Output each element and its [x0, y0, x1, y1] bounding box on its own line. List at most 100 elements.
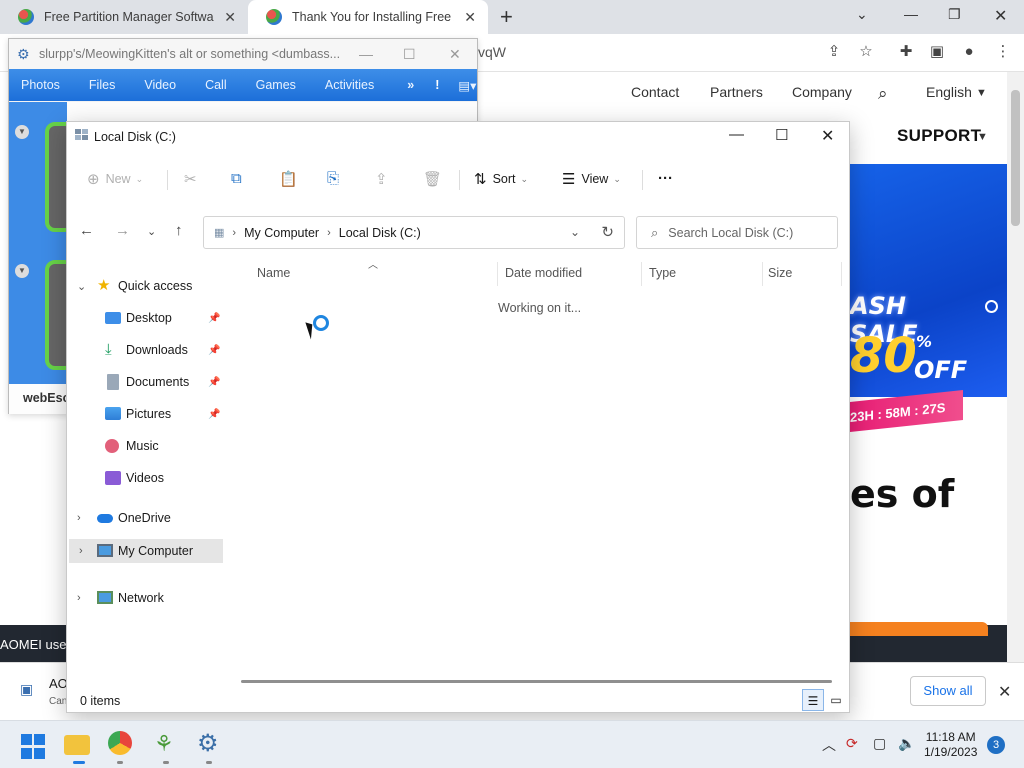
start-button[interactable]: [21, 734, 47, 760]
file-explorer-taskbar-icon[interactable]: [64, 735, 90, 755]
refresh-icon[interactable]: ↻: [601, 223, 614, 241]
chat-close-icon[interactable]: ✕: [449, 46, 461, 63]
column-type[interactable]: Type: [649, 266, 676, 280]
settings-gear-taskbar-icon[interactable]: ⚙: [197, 731, 223, 757]
sidebar-item-my-computer[interactable]: › My Computer: [69, 539, 223, 563]
system-clock[interactable]: 11:18 AM 1/19/2023: [924, 730, 977, 760]
notification-badge[interactable]: 3: [987, 736, 1005, 754]
share-icon[interactable]: ⇪: [825, 43, 843, 61]
pin-icon[interactable]: 📌: [208, 313, 220, 324]
sort-button[interactable]: ⇅ Sort ⌄: [474, 170, 528, 188]
chat-menu-call[interactable]: Call: [205, 78, 227, 92]
tab-partition-manager[interactable]: Free Partition Manager Software ✕: [0, 0, 248, 34]
show-all-button[interactable]: Show all: [910, 676, 986, 706]
tray-overflow-chevron-icon[interactable]: ︿: [822, 735, 836, 755]
close-icon[interactable]: ✕: [994, 6, 1007, 26]
network-users-taskbar-icon[interactable]: ⚘: [154, 731, 180, 757]
minimize-icon[interactable]: —: [904, 6, 918, 22]
volume-tray-icon[interactable]: 🔈: [898, 735, 915, 752]
side-panel-icon[interactable]: ▣: [928, 43, 946, 61]
new-tab-icon[interactable]: +: [500, 4, 513, 30]
chat-menu-files[interactable]: Files: [89, 78, 115, 92]
sidebar-item-quick-access[interactable]: ⌄ ★ Quick access: [67, 274, 227, 298]
download-bar-close-icon[interactable]: ✕: [998, 682, 1011, 702]
browser-menu-icon[interactable]: ⋮: [994, 43, 1012, 61]
flash-sale-banner[interactable]: ASH SALE 80 % OFF: [850, 164, 1007, 397]
extensions-icon[interactable]: ✚: [897, 43, 915, 61]
tab-thank-you[interactable]: Thank You for Installing Free AOMEI ✕: [248, 0, 488, 34]
chrome-taskbar-icon[interactable]: [108, 731, 132, 755]
download-name[interactable]: AO: [49, 676, 68, 691]
scrollbar-thumb[interactable]: [1011, 90, 1020, 226]
tab-search-chevron-icon[interactable]: ⌄: [856, 6, 868, 23]
support-menu[interactable]: SUPPORT: [897, 126, 981, 146]
sidebar-item-videos[interactable]: Videos: [67, 466, 227, 490]
view-button[interactable]: ☰ View ⌄: [562, 170, 621, 188]
column-date-modified[interactable]: Date modified: [505, 266, 582, 280]
new-button[interactable]: ⊕ New ⌄: [87, 170, 143, 188]
chat-menu-video[interactable]: Video: [144, 78, 176, 92]
delete-button[interactable]: 🗑: [423, 170, 448, 188]
chat-menu-activities[interactable]: Activities: [325, 78, 374, 92]
minimize-icon[interactable]: —: [729, 126, 744, 143]
horizontal-scrollbar[interactable]: [241, 680, 832, 683]
tab-close-icon[interactable]: ✕: [224, 9, 236, 26]
sidebar-item-desktop[interactable]: Desktop 📌: [67, 306, 227, 330]
chat-more-icon[interactable]: »: [407, 78, 414, 92]
pin-icon[interactable]: 📌: [208, 409, 220, 420]
column-divider[interactable]: [497, 262, 498, 286]
details-view-icon[interactable]: ☰: [802, 689, 824, 711]
chat-maximize-icon[interactable]: ☐: [403, 46, 416, 63]
chat-minimize-icon[interactable]: —: [359, 46, 373, 62]
security-tray-icon[interactable]: ⟳: [846, 735, 858, 752]
sidebar-item-documents[interactable]: Documents 📌: [67, 370, 227, 394]
search-input[interactable]: ⌕ Search Local Disk (C:): [636, 216, 838, 249]
collapse-icon[interactable]: ▼: [15, 264, 29, 278]
sidebar-item-music[interactable]: Music: [67, 434, 227, 458]
tab-close-icon[interactable]: ✕: [464, 9, 476, 26]
up-arrow-icon[interactable]: ↑: [175, 222, 183, 239]
cookie-accept-button[interactable]: [850, 622, 988, 636]
more-options-icon[interactable]: ···: [658, 170, 673, 187]
cut-button[interactable]: ✂: [184, 170, 203, 188]
column-divider[interactable]: [841, 262, 842, 286]
rename-button[interactable]: ⎘: [327, 170, 345, 187]
collapse-icon[interactable]: ▼: [15, 125, 29, 139]
address-bar[interactable]: ▦ › My Computer › Local Disk (C:) ⌄ ↻: [203, 216, 625, 249]
carousel-dot-icon[interactable]: [985, 300, 998, 313]
page-scrollbar[interactable]: [1007, 72, 1024, 662]
column-divider[interactable]: [762, 262, 763, 286]
column-name[interactable]: Name: [257, 266, 290, 280]
sidebar-item-network[interactable]: › Network: [67, 586, 227, 610]
large-icons-view-icon[interactable]: ▭: [825, 689, 847, 711]
chat-menu-games[interactable]: Games: [256, 78, 296, 92]
address-dropdown-icon[interactable]: ⌄: [570, 225, 580, 239]
nav-company[interactable]: Company: [792, 84, 852, 100]
column-divider[interactable]: [641, 262, 642, 286]
recent-locations-icon[interactable]: ⌄: [147, 225, 156, 238]
paste-button[interactable]: 📋: [279, 170, 304, 188]
forward-arrow-icon[interactable]: →: [115, 222, 130, 239]
profile-icon[interactable]: ●: [960, 43, 978, 61]
network-tray-icon[interactable]: ▢: [873, 735, 886, 752]
language-selector[interactable]: English: [926, 84, 972, 100]
chat-nudge-icon[interactable]: !: [435, 78, 439, 92]
back-arrow-icon[interactable]: ←: [79, 222, 94, 239]
site-search-icon[interactable]: ⌕: [878, 84, 888, 104]
breadcrumb-my-computer[interactable]: My Computer: [244, 226, 319, 240]
breadcrumb-local-disk[interactable]: Local Disk (C:): [339, 226, 421, 240]
chat-options-icon[interactable]: ▤▾: [458, 78, 476, 93]
chat-menu-photos[interactable]: Photos: [21, 78, 60, 92]
maximize-icon[interactable]: ☐: [775, 126, 788, 144]
share-button[interactable]: ⇪: [375, 170, 394, 188]
omnibox-url-fragment[interactable]: vqW: [478, 44, 506, 60]
sidebar-item-onedrive[interactable]: › OneDrive: [67, 506, 227, 530]
nav-partners[interactable]: Partners: [710, 84, 763, 100]
nav-contact[interactable]: Contact: [631, 84, 679, 100]
close-icon[interactable]: ✕: [821, 126, 834, 146]
bookmark-star-icon[interactable]: ☆: [857, 43, 875, 61]
pin-icon[interactable]: 📌: [208, 345, 220, 356]
copy-button[interactable]: ⧉: [231, 170, 248, 187]
sidebar-item-downloads[interactable]: ⤓ Downloads 📌: [67, 338, 227, 362]
sidebar-item-pictures[interactable]: Pictures 📌: [67, 402, 227, 426]
